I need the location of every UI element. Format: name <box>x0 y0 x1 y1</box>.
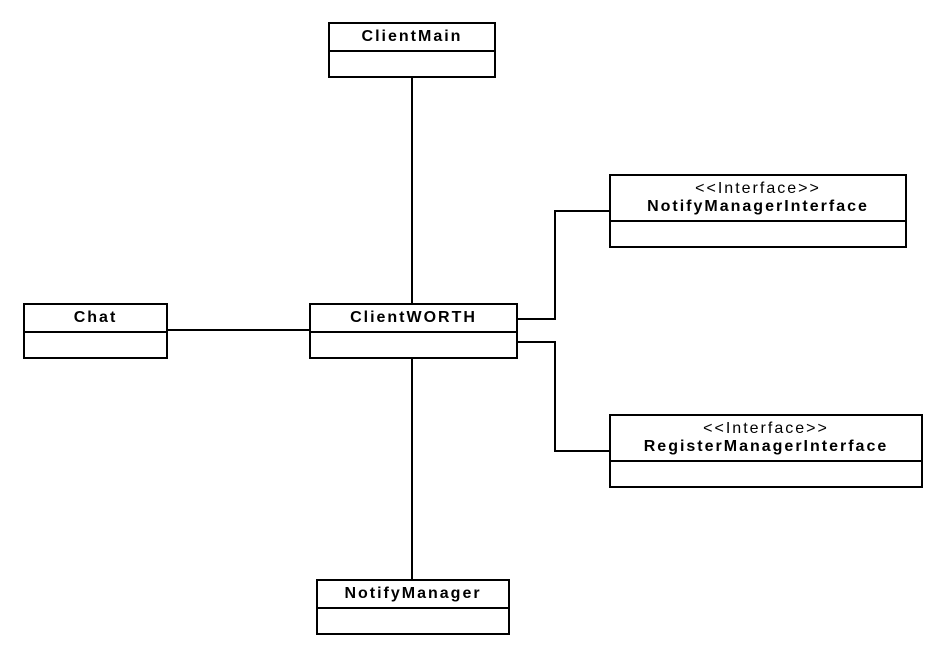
class-register-manager-interface: <<Interface>> RegisterManagerInterface <box>609 414 923 488</box>
class-name: ClientWORTH <box>321 309 506 327</box>
class-client-main: ClientMain <box>328 22 496 78</box>
class-body <box>611 462 921 486</box>
class-head: <<Interface>> RegisterManagerInterface <box>611 416 921 462</box>
class-body <box>25 333 166 357</box>
class-notify-manager-interface: <<Interface>> NotifyManagerInterface <box>609 174 907 248</box>
class-head: ClientMain <box>330 24 494 52</box>
class-head: NotifyManager <box>318 581 508 609</box>
class-head: <<Interface>> NotifyManagerInterface <box>611 176 905 222</box>
class-name: NotifyManagerInterface <box>621 198 895 216</box>
class-name: Chat <box>35 309 156 327</box>
class-name: ClientMain <box>340 28 484 46</box>
stereotype: <<Interface>> <box>621 420 911 438</box>
class-name: NotifyManager <box>328 585 498 603</box>
class-head: ClientWORTH <box>311 305 516 333</box>
class-client-worth: ClientWORTH <box>309 303 518 359</box>
class-body <box>611 222 905 246</box>
class-chat: Chat <box>23 303 168 359</box>
stereotype: <<Interface>> <box>621 180 895 198</box>
class-head: Chat <box>25 305 166 333</box>
class-body <box>311 333 516 357</box>
uml-class-diagram: ClientMain Chat ClientWORTH <<Interface>… <box>0 0 938 657</box>
edge-clientworth-registeriface <box>518 342 609 451</box>
class-name: RegisterManagerInterface <box>621 438 911 456</box>
class-body <box>330 52 494 76</box>
class-notify-manager: NotifyManager <box>316 579 510 635</box>
class-body <box>318 609 508 633</box>
edge-clientworth-notifyiface <box>518 211 609 319</box>
